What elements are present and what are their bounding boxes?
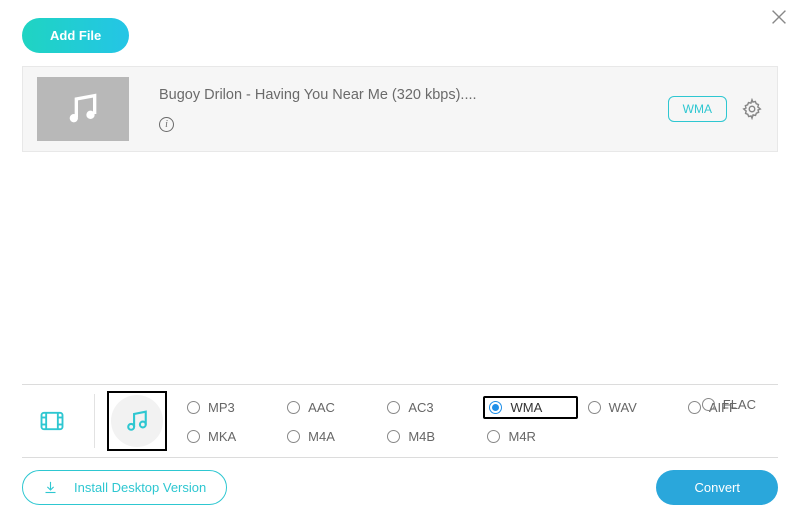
format-label: AC3	[408, 400, 433, 415]
divider	[94, 394, 95, 448]
audio-mode-highlight	[107, 391, 167, 451]
format-badge[interactable]: WMA	[668, 96, 727, 122]
format-option-wma[interactable]: WMA	[483, 396, 577, 419]
format-label: AAC	[308, 400, 335, 415]
format-grid: MP3 AAC AC3 WMA WAV AIFF MKA M4A M4B M4R	[183, 396, 778, 446]
bottom-bar: Install Desktop Version Convert	[22, 470, 778, 505]
format-option-mp3[interactable]: MP3	[183, 398, 277, 417]
format-label: WMA	[510, 400, 542, 415]
format-option-mka[interactable]: MKA	[183, 427, 277, 446]
download-icon	[43, 480, 58, 495]
format-label: FLAC	[723, 397, 756, 412]
install-desktop-button[interactable]: Install Desktop Version	[22, 470, 227, 505]
convert-button[interactable]: Convert	[656, 470, 778, 505]
format-option-m4r[interactable]: M4R	[483, 427, 577, 446]
audio-mode-icon[interactable]	[111, 395, 163, 447]
format-option-m4a[interactable]: M4A	[283, 427, 377, 446]
format-label: MP3	[208, 400, 235, 415]
settings-icon[interactable]	[741, 98, 763, 120]
info-icon[interactable]: i	[159, 117, 174, 132]
format-label: WAV	[609, 400, 637, 415]
file-title: Bugoy Drilon - Having You Near Me (320 k…	[159, 87, 668, 103]
format-bar: MP3 AAC AC3 WMA WAV AIFF MKA M4A M4B M4R	[22, 384, 778, 458]
format-label: M4R	[508, 429, 535, 444]
music-thumbnail-icon	[37, 77, 129, 141]
install-label: Install Desktop Version	[74, 480, 206, 495]
format-option-ac3[interactable]: AC3	[383, 398, 477, 417]
format-label: M4A	[308, 429, 335, 444]
format-option-aac[interactable]: AAC	[283, 398, 377, 417]
file-item: Bugoy Drilon - Having You Near Me (320 k…	[22, 66, 778, 152]
close-icon[interactable]	[768, 6, 790, 28]
format-option-flac[interactable]: FLAC	[698, 395, 760, 414]
format-label: MKA	[208, 429, 236, 444]
add-file-button[interactable]: Add File	[22, 18, 129, 53]
video-mode-icon[interactable]	[36, 405, 68, 437]
format-option-wav[interactable]: WAV	[584, 398, 678, 417]
format-label: M4B	[408, 429, 435, 444]
format-option-m4b[interactable]: M4B	[383, 427, 477, 446]
